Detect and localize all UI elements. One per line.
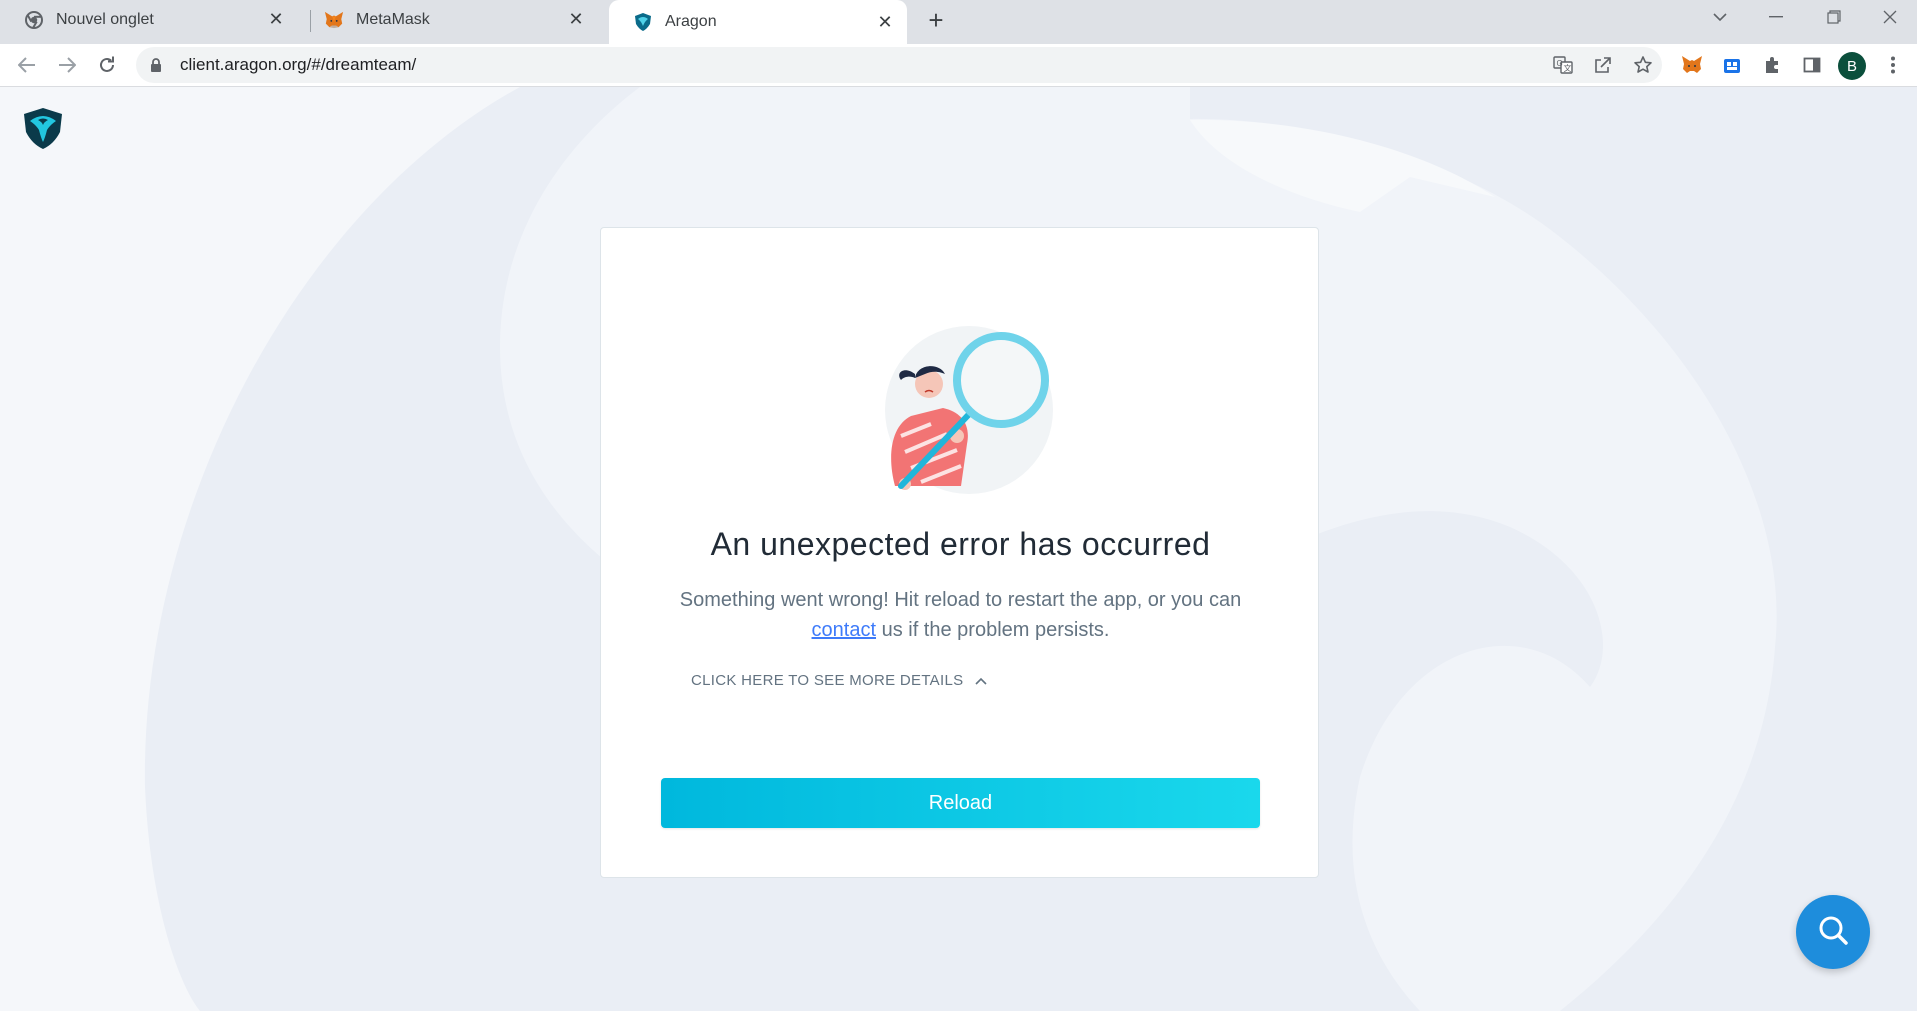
chevron-up-icon (975, 677, 987, 685)
kebab-menu-icon[interactable] (1878, 50, 1908, 80)
profile-avatar[interactable]: B (1838, 52, 1866, 80)
translate-icon[interactable]: G文 (1548, 50, 1578, 80)
new-tab-button[interactable]: + (922, 5, 950, 35)
tab-aragon[interactable]: Aragon ✕ (609, 0, 907, 44)
magnifier-woman-illustration (861, 326, 1061, 496)
error-card: An unexpected error has occurred Somethi… (600, 227, 1319, 878)
bookmark-star-icon[interactable] (1628, 50, 1658, 80)
contact-link[interactable]: contact (812, 619, 876, 641)
see-more-details-toggle[interactable]: CLICK HERE TO SEE MORE DETAILS (691, 672, 987, 689)
error-message: Something went wrong! Hit reload to rest… (661, 585, 1260, 645)
tab-title: MetaMask (356, 10, 430, 28)
browser-toolbar: client.aragon.org/#/dreamteam/ G文 B (0, 44, 1917, 87)
tab-nouvel-onglet[interactable]: Nouvel onglet ✕ (0, 0, 298, 39)
close-tab-icon[interactable]: ✕ (266, 9, 286, 30)
tab-title: Nouvel onglet (56, 10, 154, 28)
metamask-extension-icon[interactable] (1677, 50, 1707, 80)
side-panel-icon[interactable] (1797, 50, 1827, 80)
svg-text:G: G (1557, 59, 1563, 68)
extensions-puzzle-icon[interactable] (1757, 50, 1787, 80)
error-title: An unexpected error has occurred (710, 526, 1211, 562)
help-search-button[interactable] (1796, 895, 1870, 969)
aragon-logo[interactable] (20, 105, 66, 151)
share-icon[interactable] (1588, 50, 1618, 80)
back-arrow-icon[interactable] (10, 48, 44, 82)
tab-title: Aragon (665, 13, 717, 30)
page-content: An unexpected error has occurred Somethi… (0, 87, 1917, 1011)
tab-metamask[interactable]: MetaMask ✕ (300, 0, 598, 39)
lock-icon[interactable] (150, 57, 168, 73)
close-tab-icon[interactable]: ✕ (875, 12, 895, 32)
restore-icon[interactable] (1806, 0, 1862, 34)
browser-tab-strip: Nouvel onglet ✕ MetaMask ✕ Aragon ✕ + (0, 0, 1917, 44)
metamask-fox-icon (324, 10, 344, 30)
address-bar[interactable]: client.aragon.org/#/dreamteam/ G文 (136, 47, 1662, 83)
chrome-icon (24, 10, 44, 30)
close-window-icon[interactable] (1862, 0, 1917, 34)
search-icon (1817, 914, 1849, 951)
svg-text:文: 文 (1564, 63, 1572, 73)
reload-page-icon[interactable] (90, 48, 124, 82)
extension-blue-icon[interactable] (1717, 50, 1747, 80)
error-message-text: Something went wrong! Hit reload to rest… (679, 589, 1242, 611)
forward-arrow-icon[interactable] (50, 48, 84, 82)
minimize-icon[interactable] (1748, 0, 1804, 34)
close-tab-icon[interactable]: ✕ (566, 9, 586, 30)
reload-button[interactable]: Reload (661, 778, 1260, 828)
tab-search-icon[interactable] (1692, 0, 1748, 34)
url-text: client.aragon.org/#/dreamteam/ (180, 55, 417, 74)
error-message-suffix: us if the problem persists. (876, 619, 1110, 641)
details-toggle-label: CLICK HERE TO SEE MORE DETAILS (691, 672, 964, 689)
aragon-icon (633, 12, 653, 32)
